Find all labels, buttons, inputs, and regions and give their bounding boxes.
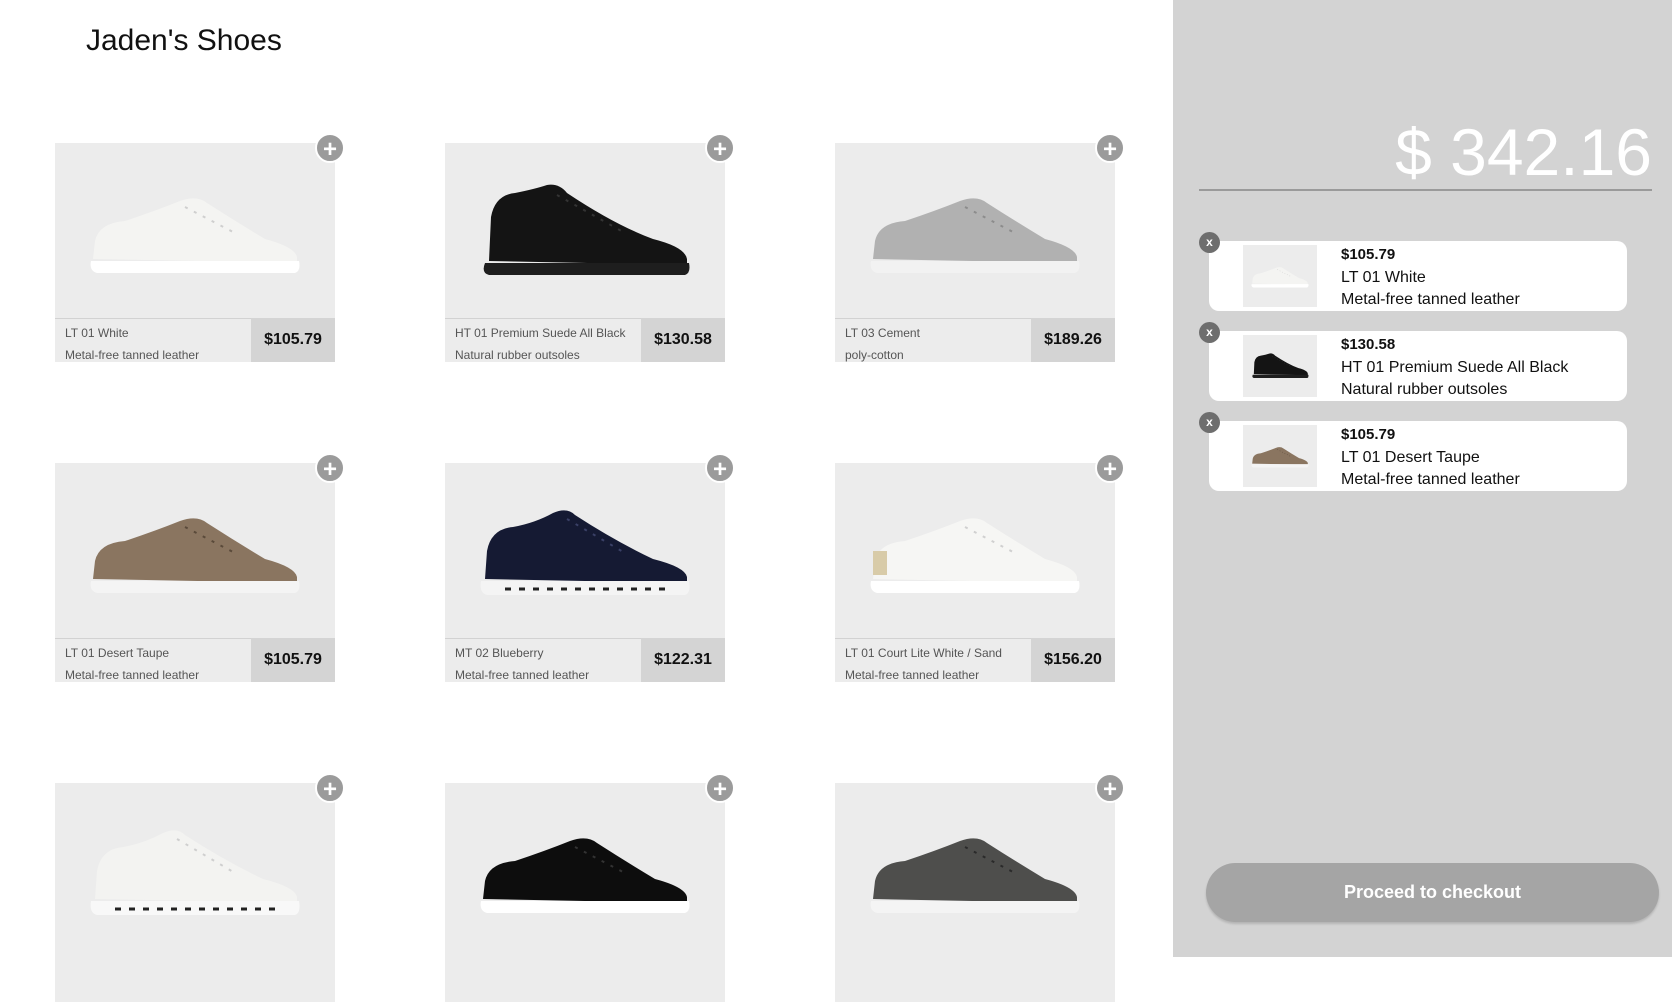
add-to-cart-button[interactable]: + [1095, 133, 1125, 163]
shoe-image [865, 501, 1085, 601]
product-info: LT 01 White Metal-free tanned leather [55, 318, 251, 362]
product-info: MT 02 Blueberry Metal-free tanned leathe… [445, 638, 641, 682]
product-price: $105.79 [251, 318, 335, 362]
cart-item-price: $105.79 [1341, 246, 1396, 263]
plus-icon: + [712, 776, 727, 803]
product-material: Natural rubber outsoles [455, 348, 580, 362]
shoe-image [1250, 262, 1310, 290]
shoe-image [475, 821, 695, 921]
plus-icon: + [1102, 456, 1117, 483]
product-image [55, 143, 335, 318]
product-name: MT 02 Blueberry [455, 646, 544, 660]
add-to-cart-button[interactable]: + [1095, 773, 1125, 803]
product-name: LT 01 Court Lite White / Sand [845, 646, 1002, 660]
shoe-image [85, 181, 305, 281]
product-price: $122.31 [641, 638, 725, 682]
cart-item-price: $130.58 [1341, 336, 1396, 353]
product-card[interactable]: LT 03 Cement poly-cotton $189.26 + [835, 133, 1125, 362]
product-price: $105.79 [251, 638, 335, 682]
shoe-image [475, 501, 695, 601]
product-card[interactable]: MT 02 Blueberry Metal-free tanned leathe… [445, 453, 735, 682]
add-to-cart-button[interactable]: + [705, 453, 735, 483]
cart-item-details: $105.79 LT 01 Desert Taupe Metal-free ta… [1341, 424, 1520, 492]
product-image [835, 783, 1115, 958]
divider [1199, 189, 1652, 191]
shoe-image [85, 821, 305, 921]
product-card[interactable]: LT 01 Desert Taupe Metal-free tanned lea… [55, 453, 345, 682]
product-info: LT 01 Court Lite White / Sand Metal-free… [835, 638, 1031, 682]
plus-icon: + [1102, 136, 1117, 163]
product-name: LT 03 Cement [845, 326, 920, 340]
cart-item-name: LT 01 White [1341, 268, 1426, 286]
cart-item-material: Natural rubber outsoles [1341, 381, 1508, 398]
product-material: Metal-free tanned leather [845, 668, 980, 682]
product-image [835, 463, 1115, 638]
product-grid: LT 01 White Metal-free tanned leather $1… [55, 133, 1155, 1002]
cart-item: x $105.79 LT 01 White Metal-free tanned … [1199, 232, 1627, 312]
cart-item-material: Metal-free tanned leather [1341, 291, 1520, 308]
add-to-cart-button[interactable]: + [1095, 453, 1125, 483]
product-material: poly-cotton [845, 348, 904, 362]
shoe-image [865, 821, 1085, 921]
shoe-image [1250, 352, 1310, 380]
product-image [835, 143, 1115, 318]
shoe-image [85, 501, 305, 601]
product-image [55, 463, 335, 638]
plus-icon: + [322, 776, 337, 803]
remove-item-button[interactable]: x [1199, 412, 1220, 433]
product-info: HT 01 Premium Suede All Black Natural ru… [445, 318, 641, 362]
product-image [445, 143, 725, 318]
add-to-cart-button[interactable]: + [315, 133, 345, 163]
product-card[interactable]: + [445, 773, 735, 1002]
product-material: Metal-free tanned leather [455, 668, 590, 682]
product-card[interactable]: + [835, 773, 1125, 1002]
plus-icon: + [712, 456, 727, 483]
shoe-image [1250, 442, 1310, 470]
product-name: LT 01 Desert Taupe [65, 646, 170, 660]
cart-item-details: $105.79 LT 01 White Metal-free tanned le… [1341, 244, 1520, 312]
add-to-cart-button[interactable]: + [705, 133, 735, 163]
cart-sidebar: $ 342.16 x $105.79 LT 01 White Metal-fre… [1173, 0, 1672, 957]
product-info: LT 03 Cement poly-cotton [835, 318, 1031, 362]
product-price: $189.26 [1031, 318, 1115, 362]
plus-icon: + [322, 136, 337, 163]
product-image [55, 783, 335, 958]
product-material: Metal-free tanned leather [65, 668, 200, 682]
shoe-image [475, 181, 695, 281]
product-name: HT 01 Premium Suede All Black [455, 326, 626, 340]
product-info: LT 01 Desert Taupe Metal-free tanned lea… [55, 638, 251, 682]
plus-icon: + [1102, 776, 1117, 803]
add-to-cart-button[interactable]: + [315, 773, 345, 803]
product-price: $156.20 [1031, 638, 1115, 682]
product-price: $130.58 [641, 318, 725, 362]
cart-item-details: $130.58 HT 01 Premium Suede All Black Na… [1341, 334, 1568, 402]
shoe-image [865, 181, 1085, 281]
product-card[interactable]: LT 01 Court Lite White / Sand Metal-free… [835, 453, 1125, 682]
checkout-button[interactable]: Proceed to checkout [1206, 863, 1659, 922]
cart-item-name: HT 01 Premium Suede All Black [1341, 358, 1569, 376]
remove-item-button[interactable]: x [1199, 232, 1220, 253]
add-to-cart-button[interactable]: + [705, 773, 735, 803]
cart-item: x $105.79 LT 01 Desert Taupe Metal-free … [1199, 412, 1627, 492]
cart-item-thumbnail [1243, 335, 1317, 397]
product-card[interactable]: + [55, 773, 345, 1002]
product-image [445, 783, 725, 958]
cart-item-material: Metal-free tanned leather [1341, 471, 1520, 488]
product-material: Metal-free tanned leather [65, 348, 200, 362]
product-image [445, 463, 725, 638]
cart-total: $ 342.16 [1395, 115, 1652, 189]
plus-icon: + [712, 136, 727, 163]
cart-item-name: LT 01 Desert Taupe [1341, 448, 1480, 466]
product-name: LT 01 White [65, 326, 129, 340]
product-card[interactable]: HT 01 Premium Suede All Black Natural ru… [445, 133, 735, 362]
cart-item-thumbnail [1243, 425, 1317, 487]
remove-item-button[interactable]: x [1199, 322, 1220, 343]
product-card[interactable]: LT 01 White Metal-free tanned leather $1… [55, 133, 345, 362]
add-to-cart-button[interactable]: + [315, 453, 345, 483]
cart-item-thumbnail [1243, 245, 1317, 307]
plus-icon: + [322, 456, 337, 483]
store-title: Jaden's Shoes [86, 24, 282, 57]
cart-item-price: $105.79 [1341, 426, 1396, 443]
cart-item: x $130.58 HT 01 Premium Suede All Black … [1199, 322, 1627, 402]
